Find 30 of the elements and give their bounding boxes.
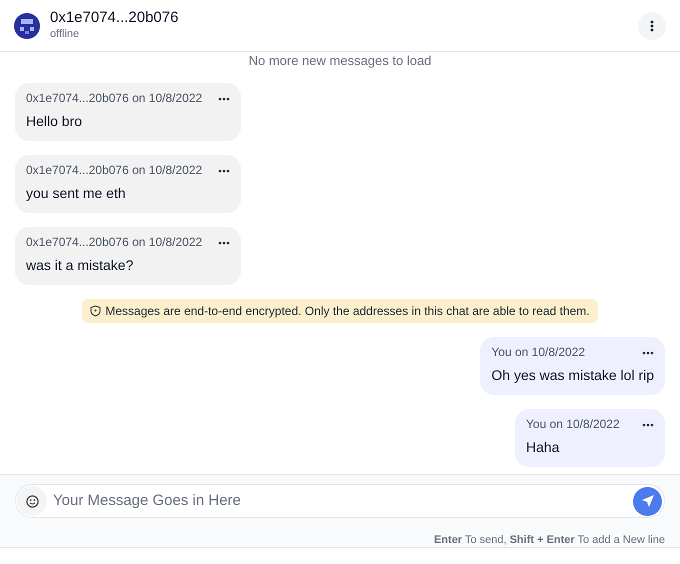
emoji-button[interactable]	[17, 486, 47, 516]
more-vertical-icon	[650, 20, 654, 32]
message-meta: You on 10/8/2022	[491, 345, 586, 360]
contact-address: 0x1e7074...20b076	[50, 9, 178, 28]
message-meta: 0x1e7074...20b076 on 10/8/2022	[26, 163, 202, 178]
message-text: Hello bro	[26, 113, 82, 129]
keyboard-hint: Enter To send, Shift + Enter To add a New line	[434, 534, 665, 546]
send-button[interactable]	[633, 486, 662, 516]
message-meta: 0x1e7074...20b076 on 10/8/2022	[26, 91, 202, 106]
message-text: you sent me eth	[26, 185, 126, 201]
message-composer[interactable]: Your Message Goes in Here	[15, 484, 665, 518]
more-horizontal-icon[interactable]	[218, 96, 230, 100]
shield-icon	[90, 305, 102, 317]
avatar-icon	[14, 12, 40, 38]
more-horizontal-icon[interactable]	[642, 350, 654, 354]
more-options-button[interactable]	[638, 12, 666, 40]
message-meta: You on 10/8/2022	[526, 417, 620, 432]
load-notice: No more new messages to load	[248, 53, 432, 68]
send-icon	[640, 494, 654, 508]
more-horizontal-icon[interactable]	[218, 168, 230, 172]
message-text: Oh yes was mistake lol rip	[491, 367, 654, 383]
more-horizontal-icon[interactable]	[218, 240, 230, 244]
encryption-notice: Messages are end-to-end encrypted. Only the addresses in this chat are able to read them.	[82, 299, 598, 323]
smiley-icon	[26, 494, 38, 508]
message-input-field[interactable]: Your Message Goes in Here	[53, 490, 633, 512]
message-text: was it a mistake?	[26, 257, 134, 273]
message-meta: 0x1e7074...20b076 on 10/8/2022	[26, 235, 202, 250]
contact-status: offline	[50, 28, 80, 42]
message-text: Haha	[526, 439, 560, 455]
more-horizontal-icon[interactable]	[642, 422, 654, 426]
